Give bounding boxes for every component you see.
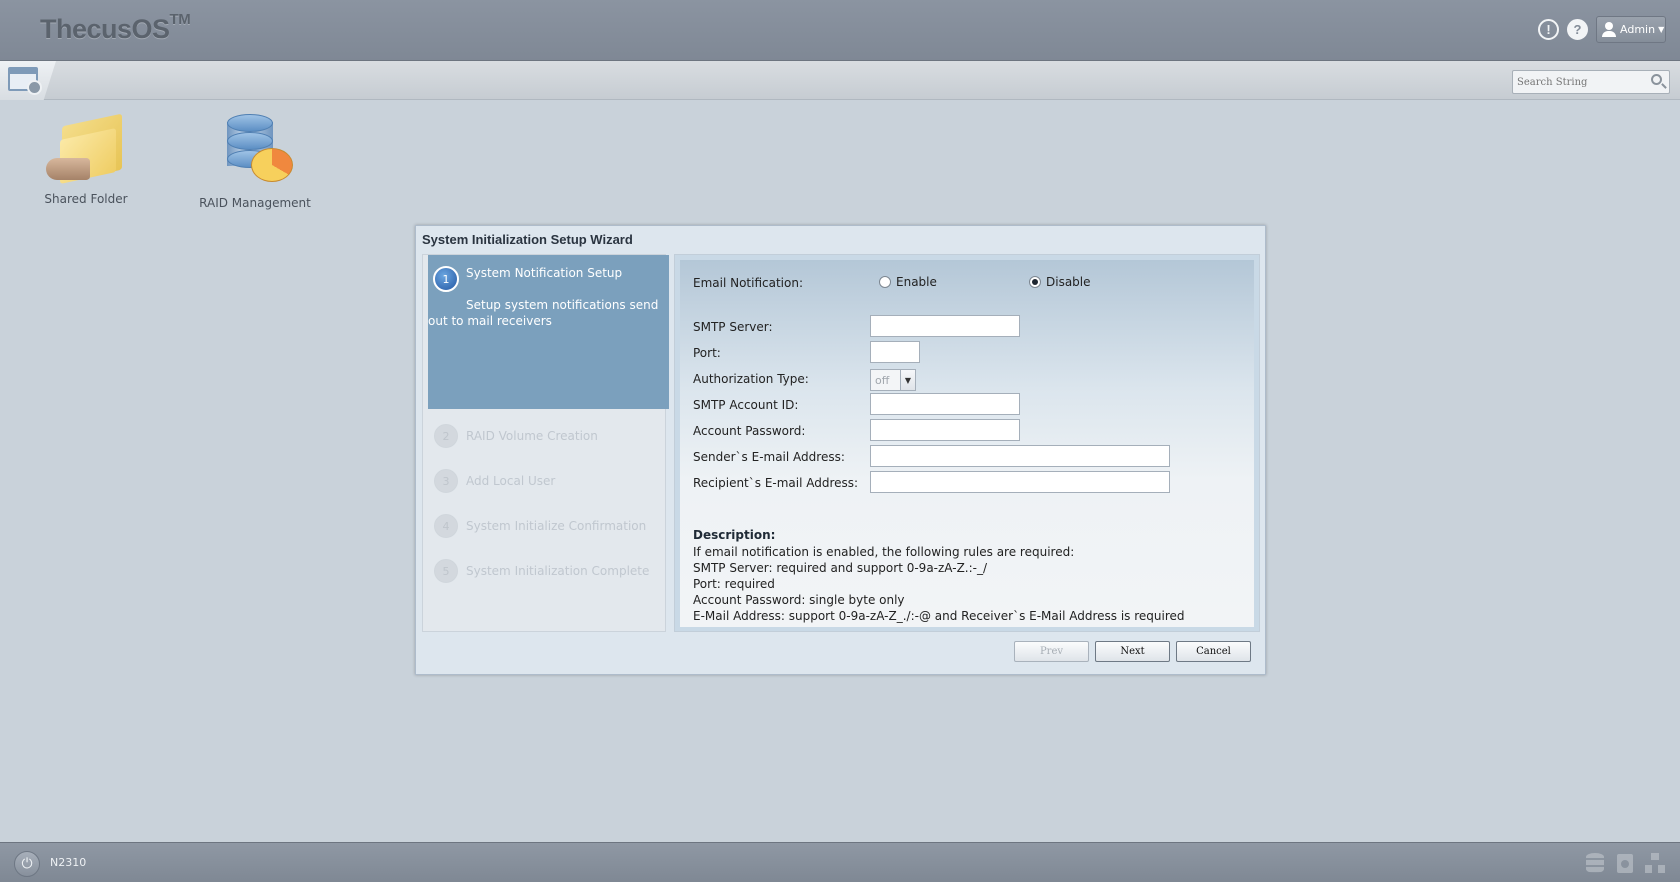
notification-form: Email Notification: Enable Disable SMTP … (680, 260, 1254, 627)
smtp-account-input[interactable] (870, 393, 1020, 415)
shared-folder-icon (46, 113, 126, 186)
next-button[interactable]: Next (1095, 641, 1170, 662)
enable-label: Enable (896, 275, 937, 289)
step-label: RAID Volume Creation (466, 429, 598, 443)
description-line: Account Password: single byte only (693, 593, 905, 607)
top-header: ThecusOSTM ! ? Admin ▼ (0, 0, 1680, 61)
raid-management-icon (215, 114, 295, 190)
email-notification-label: Email Notification: (693, 276, 804, 290)
step-number-badge: 3 (434, 469, 458, 493)
bottom-taskbar: ⏻ N2310 (0, 842, 1680, 882)
alert-icon[interactable]: ! (1538, 19, 1559, 40)
network-icon[interactable] (1645, 853, 1665, 875)
smtp-server-label: SMTP Server: (693, 320, 773, 334)
sender-email-label: Sender`s E-mail Address: (693, 450, 845, 464)
auth-type-value: off (875, 374, 890, 387)
smtp-server-input[interactable] (870, 315, 1020, 337)
setup-wizard-dialog: System Initialization Setup Wizard 1 Sys… (415, 225, 1266, 675)
disable-label: Disable (1046, 275, 1091, 289)
enable-radio[interactable]: Enable (879, 275, 937, 289)
step-number-badge: 5 (434, 559, 458, 583)
port-input[interactable] (870, 341, 920, 363)
cancel-button[interactable]: Cancel (1176, 641, 1251, 662)
description-line: Port: required (693, 577, 775, 591)
device-model: N2310 (50, 856, 87, 869)
step-number-badge: 4 (434, 514, 458, 538)
step-description: Setup system notifications send out to m… (428, 298, 659, 328)
notification-form-panel: Email Notification: Enable Disable SMTP … (674, 254, 1260, 632)
step-item: 2 RAID Volume Creation (434, 424, 664, 450)
step-item: 3 Add Local User (434, 469, 664, 495)
header-actions: ! ? Admin ▼ (1538, 16, 1666, 43)
shortcut-raid-management[interactable]: RAID Management (185, 114, 325, 210)
storage-icon[interactable] (1585, 853, 1605, 875)
step-number-badge: 1 (433, 266, 459, 292)
admin-label: Admin (1620, 23, 1656, 36)
auth-type-select[interactable]: off ▼ (870, 369, 916, 391)
desktop-toolbar (0, 61, 1680, 100)
disk-icon[interactable] (1615, 853, 1635, 875)
brand-logo: ThecusOSTM (40, 11, 191, 44)
chevron-down-icon: ▼ (1658, 25, 1665, 34)
dashboard-icon (8, 67, 42, 95)
dashboard-tab[interactable] (0, 61, 56, 100)
account-password-input[interactable] (870, 419, 1020, 441)
step-label: System Initialize Confirmation (466, 519, 647, 533)
shortcut-shared-folder[interactable]: Shared Folder (16, 113, 156, 206)
step-title: System Notification Setup (466, 266, 623, 280)
port-label: Port: (693, 346, 721, 360)
disable-radio[interactable]: Disable (1029, 275, 1091, 289)
user-icon (1602, 22, 1616, 37)
step-label: Add Local User (466, 474, 556, 488)
help-icon[interactable]: ? (1567, 19, 1588, 40)
radio-checked-icon (1029, 276, 1041, 288)
step-item: 4 System Initialize Confirmation (434, 514, 664, 540)
recipient-email-label: Recipient`s E-mail Address: (693, 476, 859, 490)
chevron-down-icon[interactable]: ▼ (900, 370, 915, 390)
recipient-email-input[interactable] (870, 471, 1170, 493)
description-line: E-Mail Address: support 0-9a-zA-Z_./:-@ … (693, 609, 1185, 623)
wizard-steps: 1 System Notification Setup Setup system… (422, 254, 669, 632)
account-password-label: Account Password: (693, 424, 806, 438)
sender-email-input[interactable] (870, 445, 1170, 467)
description-title: Description: (693, 528, 776, 542)
search-icon[interactable] (1651, 74, 1662, 85)
shortcut-label: Shared Folder (44, 192, 128, 206)
prev-button[interactable]: Prev (1014, 641, 1089, 662)
step-label: System Initialization Complete (466, 564, 650, 578)
smtp-account-label: SMTP Account ID: (693, 398, 799, 412)
radio-circle-icon (879, 276, 891, 288)
power-icon[interactable]: ⏻ (14, 851, 40, 877)
dialog-title: System Initialization Setup Wizard (422, 232, 633, 247)
step-item: 5 System Initialization Complete (434, 559, 664, 585)
admin-menu-button[interactable]: Admin ▼ (1596, 16, 1666, 43)
shortcut-label: RAID Management (199, 196, 311, 210)
step-number-badge: 2 (434, 424, 458, 448)
step-active: 1 System Notification Setup Setup system… (428, 255, 669, 409)
description-line: SMTP Server: required and support 0-9a-z… (693, 561, 988, 575)
auth-type-label: Authorization Type: (693, 372, 809, 386)
description-line: If email notification is enabled, the fo… (693, 545, 1075, 559)
search-input[interactable] (1512, 70, 1670, 94)
